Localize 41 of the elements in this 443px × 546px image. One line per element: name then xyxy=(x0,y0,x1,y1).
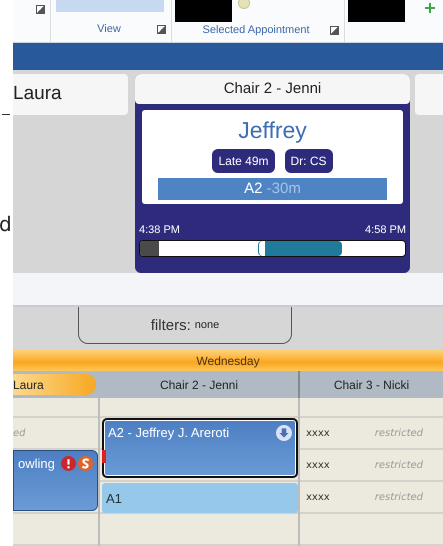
table-cell: restricted xyxy=(374,428,423,439)
cell-note: ed xyxy=(13,428,26,439)
end-time: 4:58 PM xyxy=(365,224,406,236)
table-cell: xxxx xyxy=(306,460,330,471)
edge-text: d xyxy=(0,212,12,236)
appointment-block[interactable]: A2 - Jeffrey J. Areroti xyxy=(102,418,298,478)
patient-name: Jeffrey xyxy=(238,116,307,144)
alert-icon xyxy=(61,456,76,472)
group-label: Selected Appointment xyxy=(202,24,310,36)
swirl-icon xyxy=(78,456,93,472)
redacted-block xyxy=(348,0,405,22)
launcher-icon[interactable] xyxy=(330,26,339,34)
column-header[interactable]: Laura xyxy=(13,374,96,396)
time-marker xyxy=(102,450,106,464)
start-time: 4:38 PM xyxy=(139,224,180,236)
chair-name: Laura xyxy=(13,83,62,106)
launcher-icon[interactable] xyxy=(36,4,45,14)
appointment-code: A2 -30m xyxy=(158,178,387,200)
table-cell: xxxx xyxy=(306,428,330,439)
table-cell: restricted xyxy=(374,460,423,471)
plus-icon[interactable] xyxy=(425,3,435,13)
timeline-slot[interactable] xyxy=(259,240,342,256)
chair-name: Chair 2 - Jenni xyxy=(135,74,410,104)
launcher-icon[interactable] xyxy=(157,24,166,34)
chair-card[interactable]: Chair 2 - Jenni Jeffrey Late 49m Dr: CS A2 -30m 4:38 PM 4:58 PM xyxy=(135,74,410,273)
filters-tab[interactable]: filters: none xyxy=(78,307,292,344)
table-cell: xxxx xyxy=(306,492,330,503)
appointment-title: A2 - Jeffrey J. Areroti xyxy=(108,425,230,440)
group-label: View xyxy=(97,23,121,36)
chair-card[interactable]: Laura xyxy=(13,74,128,115)
day-header: Wednesday xyxy=(13,350,443,372)
status-badge: Dr: CS xyxy=(284,148,333,173)
appointment-title: A1 xyxy=(106,490,123,506)
redacted-block xyxy=(175,0,232,22)
status-badge: Late 49m xyxy=(212,148,275,173)
appointment-block[interactable]: A1 xyxy=(102,483,298,514)
column-header[interactable]: Chair 3 - Nicki xyxy=(300,371,443,398)
edge-mark xyxy=(2,114,10,115)
appointment-title: owling xyxy=(18,456,56,472)
appointment-block[interactable]: owling xyxy=(13,450,98,512)
table-cell: restricted xyxy=(374,492,423,503)
